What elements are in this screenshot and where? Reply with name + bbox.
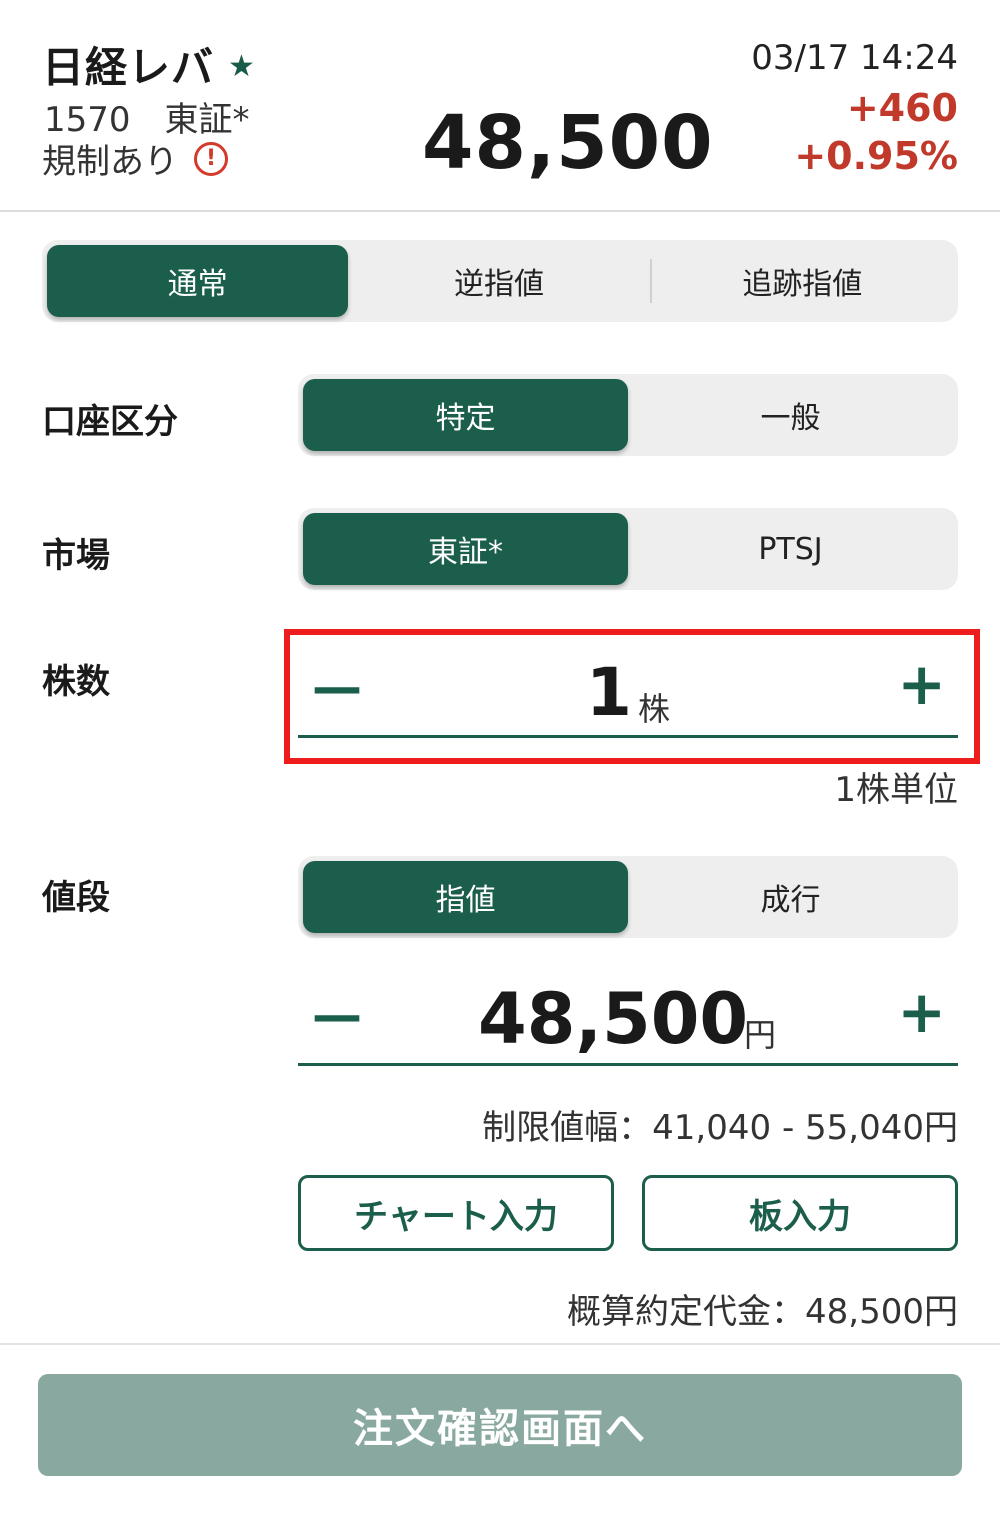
minus-icon[interactable]: — bbox=[312, 986, 362, 1044]
market-label: 市場 bbox=[42, 536, 110, 576]
plus-icon[interactable]: + bbox=[897, 978, 946, 1046]
plus-icon[interactable]: + bbox=[897, 650, 946, 718]
market-selector: 東証* PTSJ bbox=[298, 508, 958, 590]
price-value[interactable]: 48,500 bbox=[478, 978, 748, 1060]
market-option-tse[interactable]: 東証* bbox=[303, 513, 628, 585]
price-unit: 円 bbox=[744, 1016, 777, 1054]
estimated-amount: 概算約定代金：48,500円 bbox=[567, 1292, 958, 1332]
stock-name-row: 日経レバ ★ bbox=[42, 34, 256, 95]
price-change: +460 bbox=[846, 86, 958, 130]
shares-value[interactable]: 1 bbox=[586, 654, 632, 731]
account-label: 口座区分 bbox=[42, 402, 178, 442]
tab-normal[interactable]: 通常 bbox=[47, 245, 349, 317]
star-icon[interactable]: ★ bbox=[228, 49, 256, 84]
shares-unit: 株 bbox=[638, 690, 671, 728]
tab-stop-limit[interactable]: 逆指値 bbox=[348, 245, 649, 317]
price-stepper: — 48,500 円 + bbox=[298, 970, 958, 1066]
minus-icon[interactable]: — bbox=[312, 658, 362, 716]
shares-stepper: — 1 株 + bbox=[298, 640, 958, 738]
account-option-ippan[interactable]: 一般 bbox=[628, 379, 953, 451]
regulation-text: 規制あり bbox=[42, 142, 178, 182]
shares-label: 株数 bbox=[42, 662, 110, 702]
regulation-row[interactable]: 規制あり ! bbox=[42, 134, 228, 183]
price-option-market[interactable]: 成行 bbox=[628, 861, 953, 933]
current-price: 48,500 bbox=[422, 100, 714, 186]
chart-input-button[interactable]: チャート入力 bbox=[298, 1175, 614, 1251]
board-input-button[interactable]: 板入力 bbox=[642, 1175, 958, 1251]
account-selector: 特定 一般 bbox=[298, 374, 958, 456]
exclamation-circle-icon[interactable]: ! bbox=[194, 141, 228, 176]
footer-divider bbox=[0, 1343, 1000, 1345]
shares-unit-note: 1株単位 bbox=[834, 770, 958, 810]
price-limit-range: 制限値幅：41,040 - 55,040円 bbox=[482, 1108, 958, 1148]
order-confirm-button[interactable]: 注文確認画面へ bbox=[38, 1374, 962, 1476]
stock-header: 日経レバ ★ 1570 東証* 規制あり ! 48,500 03/17 14:2… bbox=[0, 0, 1000, 212]
price-type-selector: 指値 成行 bbox=[298, 856, 958, 938]
price-change-percent: +0.95% bbox=[794, 134, 958, 178]
account-option-tokutei[interactable]: 特定 bbox=[303, 379, 628, 451]
market-option-ptsj[interactable]: PTSJ bbox=[628, 513, 953, 585]
tab-trailing-stop[interactable]: 追跡指値 bbox=[652, 245, 953, 317]
price-option-limit[interactable]: 指値 bbox=[303, 861, 628, 933]
price-label: 値段 bbox=[42, 878, 110, 918]
price-datetime: 03/17 14:24 bbox=[751, 38, 958, 78]
order-type-tabs: 通常 逆指値 追跡指値 bbox=[42, 240, 958, 322]
stock-name: 日経レバ bbox=[42, 43, 215, 92]
